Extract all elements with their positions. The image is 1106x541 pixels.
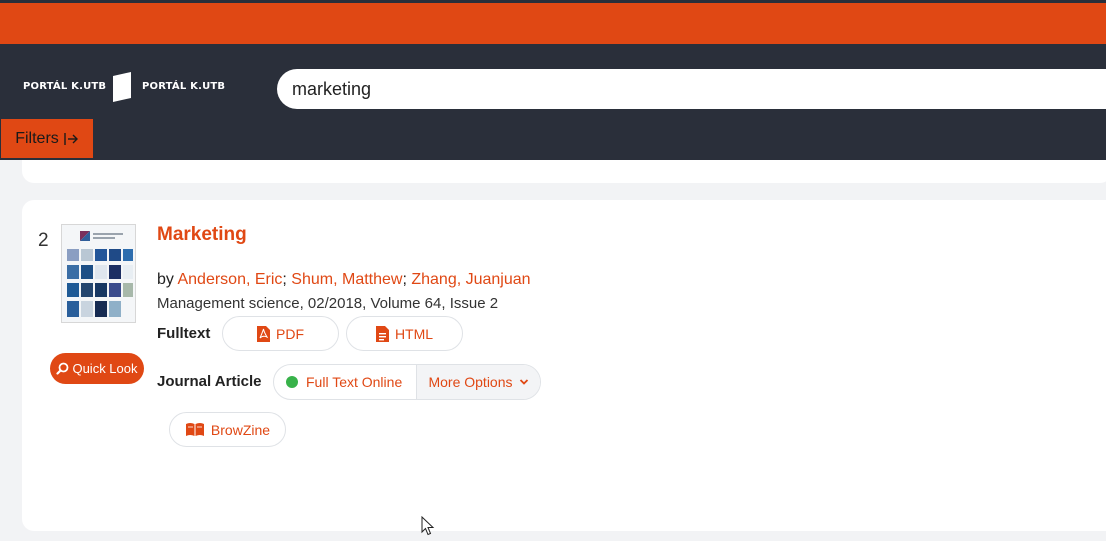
- author-link[interactable]: Shum, Matthew: [291, 271, 402, 288]
- filters-button[interactable]: Filters: [1, 119, 93, 158]
- publication-source: Management science, 02/2018, Volume 64, …: [157, 295, 499, 312]
- by-label: by: [157, 271, 174, 288]
- quick-look-label: Quick Look: [72, 361, 138, 376]
- browzine-label: BrowZine: [210, 421, 271, 438]
- top-banner: [0, 3, 1106, 44]
- file-text-icon: [375, 325, 389, 342]
- more-options-dropdown[interactable]: More Options: [416, 365, 540, 399]
- open-book-icon: [185, 423, 204, 436]
- authors-line: by Anderson, Eric; Shum, Matthew; Zhang,…: [157, 271, 531, 288]
- search-icon: [56, 362, 69, 375]
- pdf-file-icon: [257, 325, 270, 342]
- pdf-button[interactable]: PDF: [222, 316, 339, 351]
- browzine-button[interactable]: BrowZine: [169, 412, 286, 447]
- availability-dot-icon: [286, 376, 298, 388]
- full-text-online-button[interactable]: Full Text Online: [274, 365, 416, 399]
- previous-result-card: [22, 160, 1106, 183]
- html-button[interactable]: HTML: [346, 316, 463, 351]
- result-title-link[interactable]: Marketing: [157, 224, 247, 246]
- more-options-label: More Options: [428, 374, 513, 390]
- journal-cover-thumbnail[interactable]: [61, 224, 136, 323]
- author-link[interactable]: Anderson, Eric: [177, 271, 282, 288]
- html-label: HTML: [394, 325, 434, 342]
- author-link[interactable]: Zhang, Juanjuan: [411, 271, 530, 288]
- pdf-label: PDF: [276, 325, 304, 342]
- library-logo-text-secondary[interactable]: PORTÁL K.UTB: [142, 81, 225, 92]
- chevron-down-icon: [519, 379, 528, 385]
- quick-look-button[interactable]: Quick Look: [50, 353, 144, 384]
- arrow-right-to-bar-icon: [64, 132, 78, 145]
- library-logo-text[interactable]: PORTÁL K.UTB: [23, 81, 106, 92]
- mouse-cursor-icon: [421, 516, 435, 536]
- filters-label: Filters: [15, 129, 59, 147]
- search-query: marketing: [292, 79, 372, 99]
- journal-cover-image: [62, 225, 135, 322]
- access-options-group: Full Text Online More Options: [273, 364, 541, 400]
- search-input[interactable]: marketing: [277, 69, 1106, 109]
- book-logo-icon: [113, 72, 131, 102]
- full-text-online-label: Full Text Online: [306, 374, 403, 390]
- content-type-label: Journal Article: [157, 373, 262, 390]
- result-number: 2: [38, 230, 49, 251]
- fulltext-label: Fulltext: [157, 325, 211, 342]
- result-card: [22, 200, 1106, 531]
